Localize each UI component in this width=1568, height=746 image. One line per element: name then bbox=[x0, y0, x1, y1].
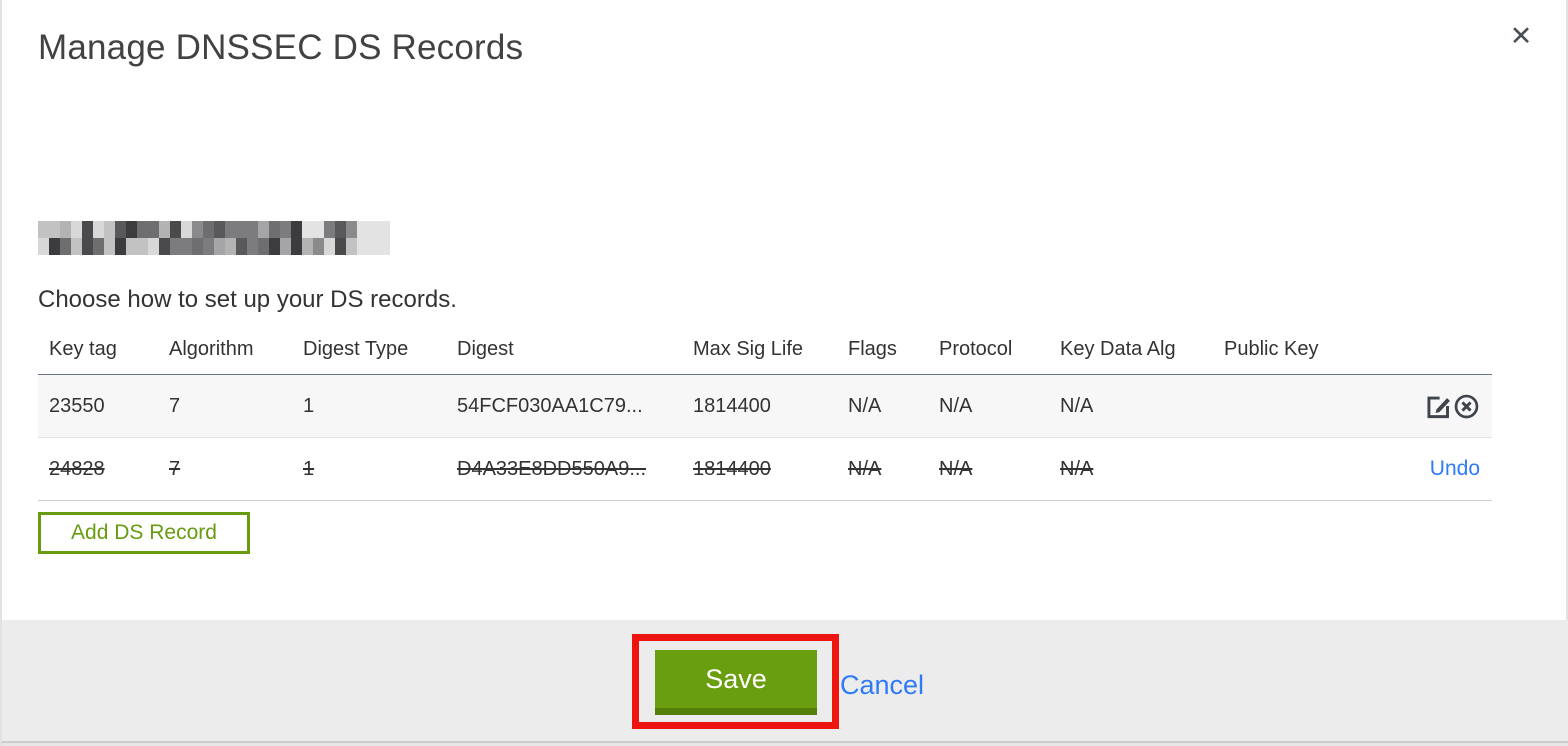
col-header-key-data-alg: Key Data Alg bbox=[1049, 328, 1213, 375]
cell-max-sig-life: 1814400 bbox=[693, 457, 771, 480]
col-header-digest-type: Digest Type bbox=[292, 328, 446, 375]
ds-records-table: Key tag Algorithm Digest Type Digest Max… bbox=[38, 328, 1492, 501]
manage-dnssec-modal: Manage DNSSEC DS Records ✕ Choose how to… bbox=[0, 0, 1568, 746]
cell-key-tag: 24828 bbox=[49, 457, 105, 480]
cell-protocol: N/A bbox=[939, 457, 973, 480]
col-header-actions bbox=[1343, 328, 1492, 375]
save-button[interactable]: Save bbox=[655, 650, 817, 715]
table-row-deleted: 24828 7 1 D4A33E8DD550A9... 1814400 N/A … bbox=[38, 438, 1492, 501]
col-header-max-sig-life: Max Sig Life bbox=[682, 328, 837, 375]
edit-record-button[interactable] bbox=[1425, 393, 1452, 420]
subtitle-text: Choose how to set up your DS records. bbox=[38, 286, 457, 313]
cell-digest: D4A33E8DD550A9... bbox=[457, 457, 647, 480]
col-header-digest: Digest bbox=[446, 328, 682, 375]
cell-key-data-alg: N/A bbox=[1060, 457, 1094, 480]
cancel-link[interactable]: Cancel bbox=[840, 670, 924, 701]
circle-x-icon bbox=[1453, 394, 1480, 423]
page-title: Manage DNSSEC DS Records bbox=[38, 28, 524, 67]
cell-key-tag: 23550 bbox=[49, 394, 105, 417]
cell-algorithm: 7 bbox=[169, 394, 181, 417]
delete-record-button[interactable] bbox=[1453, 393, 1480, 420]
cell-max-sig-life: 1814400 bbox=[693, 394, 771, 417]
undo-link[interactable]: Undo bbox=[1430, 457, 1480, 480]
col-header-protocol: Protocol bbox=[928, 328, 1049, 375]
col-header-key-tag: Key tag bbox=[38, 328, 158, 375]
modal-bottom-edge bbox=[2, 741, 1568, 746]
modal-footer: Save Cancel bbox=[2, 620, 1568, 741]
cell-digest-type: 1 bbox=[303, 394, 315, 417]
col-header-algorithm: Algorithm bbox=[158, 328, 292, 375]
col-header-public-key: Public Key bbox=[1213, 328, 1343, 375]
cell-protocol: N/A bbox=[939, 394, 973, 417]
table-row: 23550 7 1 54FCF030AA1C79... 1814400 N/A … bbox=[38, 374, 1492, 438]
col-header-flags: Flags bbox=[837, 328, 928, 375]
edit-pencil-icon bbox=[1425, 396, 1452, 423]
add-ds-record-button[interactable]: Add DS Record bbox=[38, 512, 250, 554]
cell-flags: N/A bbox=[848, 394, 882, 417]
close-icon[interactable]: ✕ bbox=[1502, 18, 1540, 56]
cell-digest-type: 1 bbox=[303, 457, 315, 480]
redacted-domain-name bbox=[38, 221, 393, 255]
cell-algorithm: 7 bbox=[169, 457, 181, 480]
cell-flags: N/A bbox=[848, 457, 882, 480]
annotation-red-box: Save bbox=[632, 634, 839, 729]
cell-key-data-alg: N/A bbox=[1060, 394, 1094, 417]
cell-digest: 54FCF030AA1C79... bbox=[457, 394, 643, 417]
table-header-row: Key tag Algorithm Digest Type Digest Max… bbox=[38, 328, 1492, 375]
